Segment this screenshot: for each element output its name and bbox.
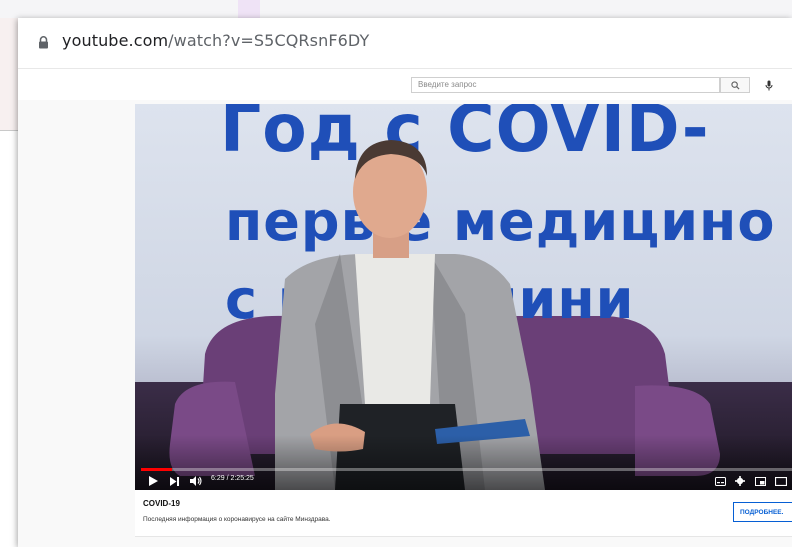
next-icon [170,476,179,486]
theater-mode-icon [775,476,787,486]
background-window-accent [238,0,260,18]
learn-more-button[interactable]: ПОДРОБНЕЕ. [733,502,792,522]
background-window-strip [0,0,792,18]
info-panel-title: COVID-19 [143,499,180,508]
voice-search-button[interactable] [762,77,776,93]
background-window-edge [0,18,18,130]
miniplayer-button[interactable] [755,474,766,488]
volume-icon [190,476,202,486]
video-player[interactable]: Год с COVID- перв е медицино с р ом клин… [135,104,792,490]
subtitles-icon [715,476,726,486]
time-current: 6:29 [211,475,225,482]
url-text[interactable]: youtube.com/watch?v=S5CQRsnF6DY [62,31,369,50]
youtube-header [18,69,792,99]
browser-window: youtube.com/watch?v=S5CQRsnF6DY Введите … [18,18,792,547]
progress-bar[interactable] [141,468,792,471]
progress-bar-played [141,468,173,471]
url-path: /watch?v=S5CQRsnF6DY [168,31,370,50]
volume-button[interactable] [190,474,202,488]
address-bar[interactable]: youtube.com/watch?v=S5CQRsnF6DY [18,18,792,69]
info-panel-text: Последняя информация о коронавирусе на с… [143,516,331,523]
time-total: 2:25:25 [230,475,254,482]
microphone-icon [765,80,773,90]
search-icon [730,80,740,90]
lock-icon [38,36,49,54]
theater-mode-button[interactable] [775,474,787,488]
time-display: 6:29 / 2:25:25 [211,475,254,482]
background-window-line [0,130,18,131]
url-domain: youtube.com [62,31,169,50]
search-button[interactable] [720,77,750,93]
subtitles-button[interactable] [715,474,726,488]
search-input[interactable] [411,77,720,93]
miniplayer-icon [755,476,766,486]
gear-icon [735,476,745,486]
play-button[interactable] [148,474,158,488]
next-button[interactable] [170,474,179,488]
settings-button[interactable] [735,474,745,488]
presenter-figure [275,140,545,490]
play-icon [149,476,158,486]
covid-info-panel: COVID-19 Последняя информация о коронави… [135,490,792,537]
